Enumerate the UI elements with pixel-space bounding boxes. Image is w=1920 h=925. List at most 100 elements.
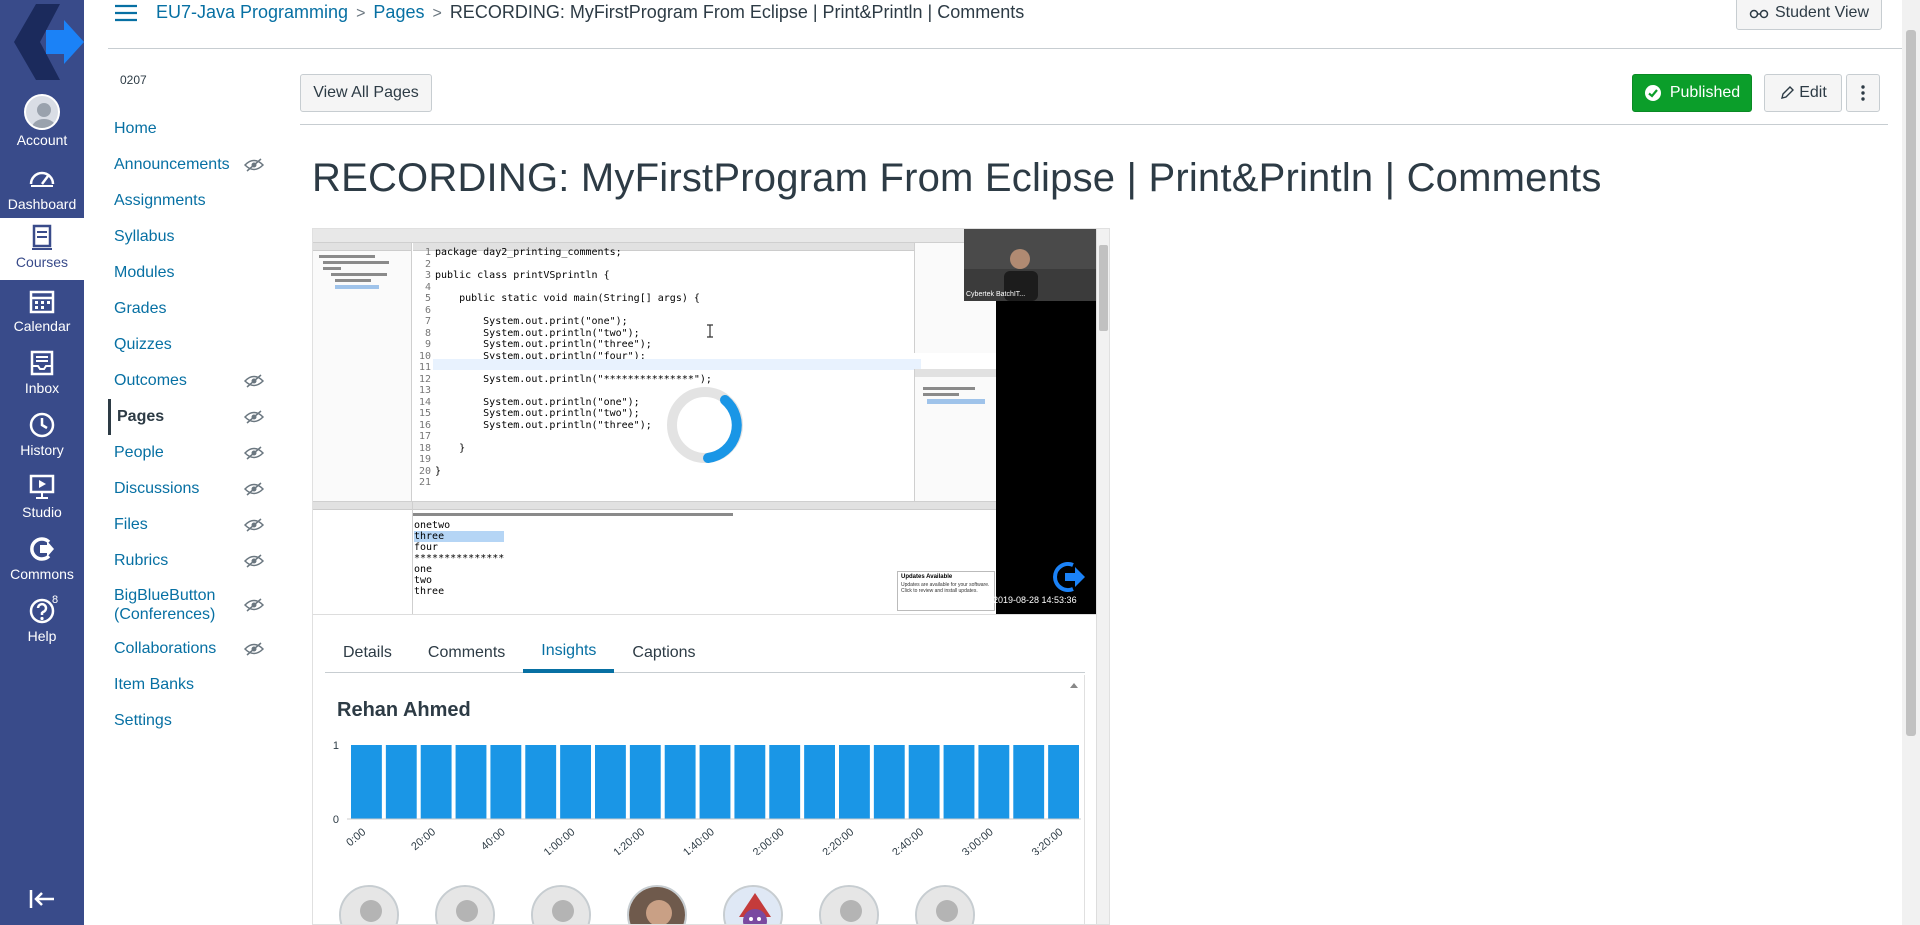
- x-tick-label: 0:00: [344, 826, 368, 849]
- global-nav-calendar[interactable]: Calendar: [0, 286, 84, 344]
- global-nav-label: Dashboard: [7, 196, 77, 212]
- eye-slash-icon: [244, 642, 264, 656]
- global-nav-label: Inbox: [24, 380, 60, 396]
- console-line: ***************: [414, 553, 505, 564]
- global-nav-dashboard[interactable]: Dashboard: [0, 164, 84, 222]
- more-options-button[interactable]: [1846, 74, 1880, 112]
- loading-spinner-icon: [667, 387, 743, 463]
- global-navigation: Account Dashboard Courses Calendar Inbox…: [0, 0, 84, 925]
- viewer-avatar[interactable]: [627, 885, 687, 924]
- x-tick-label: 1:00:00: [542, 826, 578, 855]
- course-nav-item[interactable]: Announcements: [108, 147, 268, 183]
- student-view-button[interactable]: Student View: [1736, 0, 1882, 30]
- global-nav-studio[interactable]: Studio: [0, 472, 84, 530]
- viewer-avatar[interactable]: [531, 885, 591, 924]
- line-number: 20: [418, 465, 431, 477]
- chart-bar: [943, 745, 975, 819]
- global-nav-courses[interactable]: Courses: [0, 218, 84, 280]
- tab-insights[interactable]: Insights: [523, 633, 615, 673]
- chart-bar: [699, 745, 731, 819]
- viewer-avatar[interactable]: [915, 885, 975, 924]
- line-number: 7: [424, 316, 431, 327]
- x-tick-label: 1:40:00: [681, 826, 717, 855]
- breadcrumb-pages-link[interactable]: Pages: [373, 2, 424, 22]
- viewer-avatar[interactable]: [723, 885, 783, 924]
- course-nav-label: Home: [114, 120, 157, 137]
- webcam-feed: Cybertek BatchIT...: [964, 229, 1096, 301]
- view-all-pages-button[interactable]: View All Pages: [300, 74, 432, 112]
- chart-bar: [525, 745, 557, 819]
- course-nav-item[interactable]: Home: [108, 111, 268, 147]
- line-number: 4: [424, 281, 431, 293]
- scroll-up-icon[interactable]: [1069, 681, 1079, 689]
- x-tick-label: 3:00:00: [960, 826, 996, 855]
- eye-slash-icon: [244, 554, 264, 568]
- published-button[interactable]: Published: [1632, 74, 1752, 112]
- glasses-icon: [1749, 9, 1769, 19]
- insights-panel: Rehan Ahmed 1 0 0:00 20:00 40:00 1:00:00 1:20:…: [325, 675, 1085, 924]
- x-tick-label: 2:00:00: [751, 826, 787, 855]
- embed-scrollbar[interactable]: [1096, 229, 1109, 924]
- edit-button[interactable]: Edit: [1764, 74, 1842, 112]
- course-nav-label: Announcements: [114, 156, 230, 173]
- chart-bar: [978, 745, 1010, 819]
- line-number: 9: [424, 339, 431, 350]
- line-number: 8: [424, 327, 431, 339]
- page-scrollbar[interactable]: [1902, 0, 1920, 925]
- breadcrumb-course-link[interactable]: EU7-Java Programming: [156, 2, 348, 22]
- course-nav-item[interactable]: BigBlueButton (Conferences): [108, 579, 268, 631]
- tab-comments[interactable]: Comments: [410, 633, 523, 673]
- dashboard-icon: [29, 171, 55, 187]
- course-nav-item[interactable]: Modules: [108, 255, 268, 291]
- global-nav-history[interactable]: History: [0, 410, 84, 468]
- global-nav-help[interactable]: 8 Help: [0, 594, 84, 654]
- global-nav-commons[interactable]: Commons: [0, 534, 84, 592]
- canvas-logo-icon[interactable]: [0, 0, 84, 84]
- line-number: 14: [418, 396, 431, 408]
- viewer-avatar[interactable]: [435, 885, 495, 924]
- update-notification[interactable]: Updates Available Updates are available …: [897, 571, 995, 611]
- hamburger-menu-icon[interactable]: [114, 3, 138, 23]
- course-nav-item[interactable]: Outcomes: [108, 363, 268, 399]
- course-nav-item[interactable]: Quizzes: [108, 327, 268, 363]
- code-line: 9 System.out.println("three");: [413, 339, 712, 351]
- global-nav-label: History: [20, 442, 64, 458]
- course-nav-label: People: [114, 444, 164, 461]
- x-tick-label: 2:20:00: [821, 826, 857, 855]
- viewer-avatar[interactable]: [339, 885, 399, 924]
- global-nav-inbox[interactable]: Inbox: [0, 348, 84, 406]
- x-tick-label: 20:00: [409, 826, 438, 853]
- course-nav-item[interactable]: Pages: [108, 399, 268, 435]
- code-line: 1 package day2_printing_comments;: [413, 247, 712, 259]
- course-nav-item[interactable]: Assignments: [108, 183, 268, 219]
- course-nav-item[interactable]: Grades: [108, 291, 268, 327]
- tab-captions[interactable]: Captions: [614, 633, 713, 673]
- code-text: System.out.println("three");: [435, 419, 652, 431]
- code-line: 6: [413, 305, 712, 317]
- tab-details[interactable]: Details: [325, 633, 410, 673]
- global-nav-account[interactable]: Account: [0, 94, 84, 152]
- chart-bar: [629, 745, 661, 819]
- kebab-menu-icon: [1861, 85, 1865, 101]
- global-nav-label: Commons: [10, 566, 74, 582]
- check-circle-icon: [1644, 85, 1661, 101]
- view-insights-chart: 1 0 0:00 20:00 40:00 1:00:00 1:20:00 1:40:00 2:0…: [333, 740, 1081, 855]
- viewer-avatar[interactable]: [819, 885, 879, 924]
- course-nav-item[interactable]: Rubrics: [108, 543, 268, 579]
- course-nav-item[interactable]: Settings: [108, 703, 268, 739]
- course-nav-item[interactable]: People: [108, 435, 268, 471]
- course-nav-item[interactable]: Files: [108, 507, 268, 543]
- video-player[interactable]: 1 package day2_printing_comments; 2 3 public…: [313, 229, 1096, 615]
- line-number: 16: [418, 419, 431, 431]
- inbox-icon: [30, 350, 54, 376]
- course-nav-item[interactable]: Item Banks: [108, 667, 268, 703]
- collapse-nav-icon[interactable]: [28, 888, 56, 910]
- course-nav-label: Settings: [114, 712, 172, 729]
- course-nav-item[interactable]: Discussions: [108, 471, 268, 507]
- course-nav-item[interactable]: Syllabus: [108, 219, 268, 255]
- line-number: 17: [418, 431, 431, 442]
- course-nav-item[interactable]: Collaborations: [108, 631, 268, 667]
- chart-bar: [455, 745, 487, 819]
- commons-icon: [30, 537, 54, 561]
- console-line: three: [414, 586, 445, 597]
